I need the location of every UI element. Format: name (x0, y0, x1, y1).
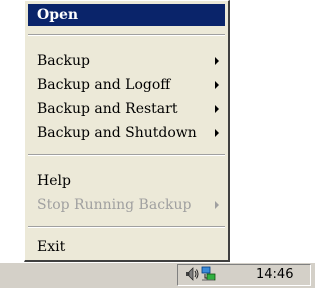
menu-item-backup-and-logoff[interactable]: Backup and Logoff (28, 74, 225, 96)
submenu-arrow-icon (215, 129, 219, 137)
menu-item-backup[interactable]: Backup (28, 50, 225, 72)
menu-item-backup-and-shutdown[interactable]: Backup and Shutdown (28, 122, 225, 144)
menu-item-open-label: Open (37, 7, 79, 23)
menu-item-backup-and-logoff-label: Backup and Logoff (37, 77, 171, 93)
menu-separator (28, 154, 225, 156)
menu-item-backup-and-restart-label: Backup and Restart (37, 101, 178, 117)
submenu-arrow-icon (215, 105, 219, 113)
menu-item-help[interactable]: Help (28, 170, 225, 192)
menu-item-backup-label: Backup (37, 53, 90, 69)
submenu-arrow-icon (215, 201, 219, 209)
menu-item-stop-running-backup: Stop Running Backup (28, 194, 225, 216)
menu-item-exit[interactable]: Exit (28, 236, 225, 258)
menu-separator (28, 226, 225, 228)
menu-separator (28, 34, 225, 36)
submenu-arrow-icon (215, 81, 219, 89)
menu-item-backup-and-shutdown-label: Backup and Shutdown (37, 125, 197, 141)
menu-item-exit-label: Exit (37, 239, 66, 255)
backup-tray-icon[interactable] (200, 266, 216, 282)
taskbar-clock[interactable]: 14:46 (256, 266, 293, 284)
tray-context-menu: Open Backup Backup and Logoff Backup and… (24, 0, 230, 262)
submenu-arrow-icon (215, 57, 219, 65)
menu-item-backup-and-restart[interactable]: Backup and Restart (28, 98, 225, 120)
menu-item-help-label: Help (37, 173, 71, 189)
menu-item-stop-running-backup-label: Stop Running Backup (37, 197, 192, 213)
speaker-icon[interactable] (184, 266, 200, 282)
menu-item-open[interactable]: Open (28, 4, 225, 26)
